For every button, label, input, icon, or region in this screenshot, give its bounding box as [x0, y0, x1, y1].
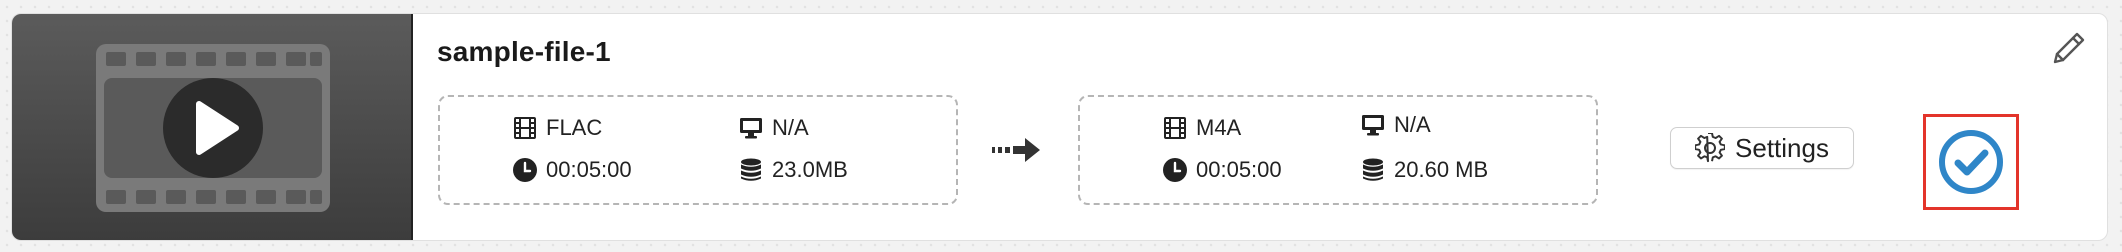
source-format-value: FLAC [546, 115, 603, 140]
target-size: 20.60 MB [1360, 157, 1488, 183]
clock-icon [1162, 157, 1188, 183]
arrow-right-icon [992, 138, 1040, 162]
settings-label: Settings [1735, 132, 1829, 163]
monitor-icon [738, 115, 764, 141]
source-format: FLAC [512, 115, 602, 141]
file-card: sample-file-1 FLAC N/A 00:05:00 23.0MB M… [11, 13, 2108, 241]
database-icon [1360, 157, 1386, 183]
target-duration: 00:05:00 [1162, 157, 1282, 183]
source-duration-value: 00:05:00 [546, 157, 632, 182]
target-format-value: M4A [1196, 115, 1242, 140]
pencil-icon [2053, 32, 2085, 64]
source-resolution-value: N/A [772, 115, 809, 140]
complete-toggle[interactable] [1923, 114, 2019, 210]
source-duration: 00:05:00 [512, 157, 632, 183]
check-circle-icon [1939, 130, 2003, 194]
database-icon [738, 157, 764, 183]
clock-icon [512, 157, 538, 183]
video-play-icon [96, 44, 330, 212]
edit-name-button[interactable] [2047, 28, 2089, 70]
film-icon [512, 115, 538, 141]
target-resolution-value: N/A [1394, 112, 1431, 137]
monitor-icon [1360, 112, 1386, 138]
settings-button[interactable]: Settings [1670, 127, 1854, 169]
source-resolution: N/A [738, 115, 809, 141]
target-format: M4A [1162, 115, 1241, 141]
target-info-box: M4A N/A 00:05:00 20.60 MB [1078, 95, 1598, 205]
source-size-value: 23.0MB [772, 157, 848, 182]
target-resolution: N/A [1360, 112, 1431, 138]
source-info-box: FLAC N/A 00:05:00 23.0MB [438, 95, 958, 205]
gear-icon [1695, 133, 1726, 163]
file-name: sample-file-1 [437, 36, 611, 67]
target-size-value: 20.60 MB [1394, 157, 1489, 182]
film-icon [1162, 115, 1188, 141]
source-size: 23.0MB [738, 157, 848, 183]
video-thumbnail[interactable] [12, 14, 413, 240]
target-duration-value: 00:05:00 [1196, 157, 1282, 182]
